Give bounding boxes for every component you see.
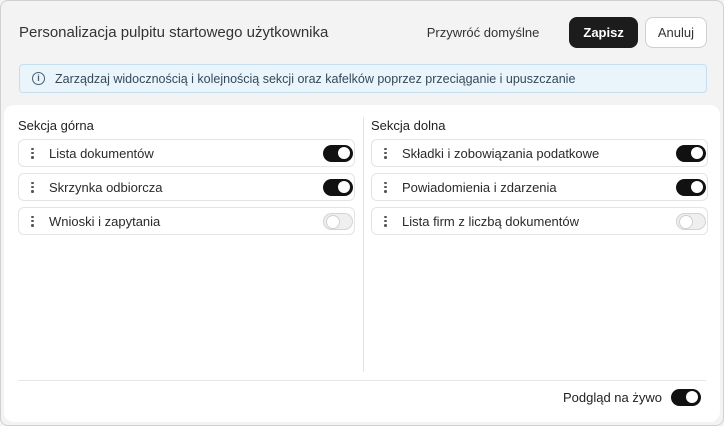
visibility-toggle[interactable] [323, 212, 353, 230]
tile-row[interactable]: Lista firm z liczbą dokumentów [371, 207, 708, 235]
tile-label: Lista firm z liczbą dokumentów [402, 213, 580, 229]
tile-row[interactable]: Składki i zobowiązania podatkowe [371, 139, 708, 167]
tile-label: Lista dokumentów [49, 145, 154, 161]
tile-label: Składki i zobowiązania podatkowe [402, 145, 600, 161]
visibility-toggle[interactable] [323, 144, 353, 162]
tile-row[interactable]: Skrzynka odbiorcza [18, 173, 355, 201]
tile-row[interactable]: Lista dokumentów [18, 139, 355, 167]
live-preview-toggle[interactable] [671, 388, 701, 406]
drag-handle-icon[interactable] [384, 215, 387, 227]
tile-label: Wnioski i zapytania [49, 213, 161, 229]
section-title: Sekcja dolna [371, 118, 446, 133]
info-icon: i [32, 72, 45, 85]
section-top: Sekcja górna Lista dokumentów Skrzynka o… [18, 105, 355, 241]
visibility-toggle[interactable] [676, 178, 706, 196]
section-title: Sekcja górna [18, 118, 94, 133]
tile-row[interactable]: Powiadomienia i zdarzenia [371, 173, 708, 201]
dialog-body: Sekcja górna Lista dokumentów Skrzynka o… [4, 105, 720, 422]
dialog-header: Personalizacja pulpitu startowego użytko… [1, 1, 723, 63]
dialog-title: Personalizacja pulpitu startowego użytko… [19, 23, 329, 41]
info-banner: i Zarządzaj widocznością i kolejnością s… [19, 64, 707, 93]
drag-handle-icon[interactable] [384, 181, 387, 193]
visibility-toggle[interactable] [676, 212, 706, 230]
tile-label: Skrzynka odbiorcza [49, 179, 163, 195]
visibility-toggle[interactable] [323, 178, 353, 196]
drag-handle-icon[interactable] [31, 215, 34, 227]
info-text: Zarządzaj widocznością i kolejnością sek… [55, 71, 576, 86]
personalization-dialog: Personalizacja pulpitu startowego użytko… [0, 0, 724, 426]
save-button[interactable]: Zapisz [569, 16, 638, 48]
drag-handle-icon[interactable] [31, 147, 34, 159]
live-preview-label: Podgląd na żywo [562, 389, 662, 405]
dialog-footer: Podgląd na żywo [563, 388, 702, 406]
tile-label: Powiadomienia i zdarzenia [402, 179, 557, 195]
section-bottom: Sekcja dolna Składki i zobowiązania poda… [371, 105, 708, 241]
cancel-button[interactable]: Anuluj [644, 16, 707, 48]
reset-defaults-button[interactable]: Przywróć domyślne [427, 25, 540, 40]
drag-handle-icon[interactable] [384, 147, 387, 159]
drag-handle-icon[interactable] [31, 181, 34, 193]
column-divider [363, 117, 364, 372]
footer-divider [18, 380, 706, 381]
tile-row[interactable]: Wnioski i zapytania [18, 207, 355, 235]
visibility-toggle[interactable] [676, 144, 706, 162]
